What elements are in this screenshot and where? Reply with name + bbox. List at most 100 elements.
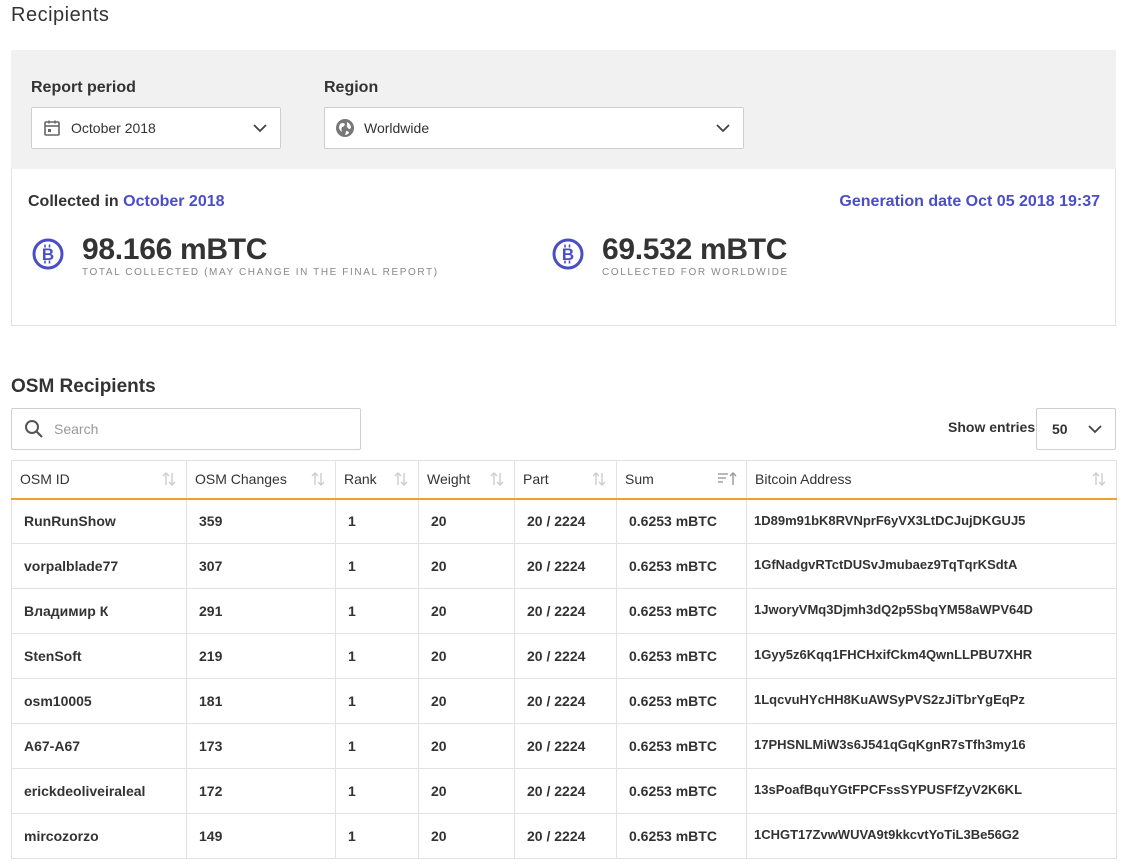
cell-rank: 1 — [335, 498, 419, 544]
column-header-weight[interactable]: Weight — [418, 460, 515, 500]
cell-osm-id: mircozorzo — [11, 813, 187, 859]
report-period-select[interactable]: October 2018 — [31, 107, 281, 149]
generation-date: Generation date Oct 05 2018 19:37 — [839, 193, 1100, 210]
page-title: Recipients — [11, 4, 110, 26]
sort-icon — [591, 472, 607, 489]
region-label: Region — [324, 79, 379, 96]
cell-osm-changes: 307 — [186, 543, 336, 589]
bitcoin-icon: B — [32, 238, 64, 275]
chevron-down-icon — [252, 120, 268, 141]
collected-in-text: Collected in October 2018 — [28, 193, 225, 211]
column-header-part[interactable]: Part — [514, 460, 617, 500]
calendar-icon — [42, 118, 62, 138]
cell-sum: 0.6253 mBTC — [616, 678, 747, 724]
column-header-osm-id[interactable]: OSM ID — [11, 460, 187, 500]
search-input[interactable] — [54, 421, 334, 437]
filter-panel: Report period October 2018 Region Worldw… — [11, 50, 1116, 169]
column-header-rank[interactable]: Rank — [335, 460, 419, 500]
cell-weight: 20 — [418, 633, 515, 679]
cell-osm-changes: 291 — [186, 588, 336, 634]
cell-part: 20 / 2224 — [514, 588, 617, 634]
cell-bitcoin-address: 1JworyVMq3Djmh3dQ2p5SbqYM58aWPV64D — [746, 588, 1117, 634]
cell-bitcoin-address: 13sPoafBquYGtFPCFssSYPUSFfZyV2K6KL — [746, 768, 1117, 814]
cell-rank: 1 — [335, 588, 419, 634]
cell-sum: 0.6253 mBTC — [616, 498, 747, 544]
table-row: osm10005 181 1 20 20 / 2224 0.6253 mBTC … — [11, 678, 1117, 724]
section-title: OSM Recipients — [11, 376, 156, 397]
cell-bitcoin-address: 1Gyy5z6Kqq1FHCHxifCkm4QwnLLPBU7XHR — [746, 633, 1117, 679]
table-row: RunRunShow 359 1 20 20 / 2224 0.6253 mBT… — [11, 498, 1117, 544]
sort-icon — [393, 472, 409, 489]
column-header-sum[interactable]: Sum — [616, 460, 747, 500]
column-header-bitcoin-address[interactable]: Bitcoin Address — [746, 460, 1117, 500]
cell-bitcoin-address: 1D89m91bK8RVNprF6yVX3LtDCJujDKGUJ5 — [746, 498, 1117, 544]
cell-osm-id: erickdeoliveiraleal — [11, 768, 187, 814]
cell-part: 20 / 2224 — [514, 498, 617, 544]
region-value: Worldwide — [364, 120, 430, 136]
cell-bitcoin-address: 1LqcvuHYcHH8KuAWSyPVS2zJiTbrYgEqPz — [746, 678, 1117, 724]
cell-sum: 0.6253 mBTC — [616, 633, 747, 679]
cell-part: 20 / 2224 — [514, 633, 617, 679]
show-entries-select[interactable]: 50 — [1036, 408, 1116, 450]
search-box[interactable] — [11, 408, 361, 450]
sort-icon — [1091, 472, 1107, 489]
table-row: Владимир К 291 1 20 20 / 2224 0.6253 mBT… — [11, 588, 1117, 634]
cell-bitcoin-address: 17PHSNLMiW3s6J541qGqKgnR7sTfh3my16 — [746, 723, 1117, 769]
report-period-value: October 2018 — [71, 120, 156, 136]
cell-rank: 1 — [335, 723, 419, 769]
region-collected-amount: 69.532 mBTC — [602, 233, 788, 266]
cell-sum: 0.6253 mBTC — [616, 588, 747, 634]
table-row: vorpalblade77 307 1 20 20 / 2224 0.6253 … — [11, 543, 1117, 589]
cell-part: 20 / 2224 — [514, 678, 617, 724]
sort-icon — [161, 472, 177, 489]
cell-weight: 20 — [418, 543, 515, 589]
summary-panel: Collected in October 2018 Generation dat… — [11, 169, 1116, 326]
column-header-osm-changes[interactable]: OSM Changes — [186, 460, 336, 500]
bitcoin-icon: B — [552, 238, 584, 275]
total-collected-caption: TOTAL COLLECTED (MAY CHANGE IN THE FINAL… — [82, 267, 439, 278]
cell-sum: 0.6253 mBTC — [616, 543, 747, 589]
cell-bitcoin-address: 1GfNadgvRTctDUSvJmubaez9TqTqrKSdtA — [746, 543, 1117, 589]
globe-icon — [335, 118, 355, 138]
table-row: A67-A67 173 1 20 20 / 2224 0.6253 mBTC 1… — [11, 723, 1117, 769]
recipients-table: OSM ID OSM Changes Rank Weight Part Sum … — [11, 460, 1117, 859]
cell-osm-changes: 173 — [186, 723, 336, 769]
cell-part: 20 / 2224 — [514, 768, 617, 814]
cell-weight: 20 — [418, 678, 515, 724]
cell-rank: 1 — [335, 813, 419, 859]
chevron-down-icon — [1087, 421, 1103, 442]
cell-osm-id: vorpalblade77 — [11, 543, 187, 589]
total-collected-amount: 98.166 mBTC — [82, 233, 268, 266]
table-row: mircozorzo 149 1 20 20 / 2224 0.6253 mBT… — [11, 813, 1117, 859]
cell-osm-changes: 149 — [186, 813, 336, 859]
cell-sum: 0.6253 mBTC — [616, 768, 747, 814]
region-collected-caption: COLLECTED FOR WORLDWIDE — [602, 267, 789, 278]
table-row: StenSoft 219 1 20 20 / 2224 0.6253 mBTC … — [11, 633, 1117, 679]
cell-osm-changes: 359 — [186, 498, 336, 544]
search-icon — [24, 419, 44, 439]
cell-osm-changes: 219 — [186, 633, 336, 679]
show-entries-value: 50 — [1052, 421, 1068, 437]
cell-part: 20 / 2224 — [514, 723, 617, 769]
cell-weight: 20 — [418, 813, 515, 859]
cell-part: 20 / 2224 — [514, 543, 617, 589]
cell-osm-changes: 172 — [186, 768, 336, 814]
cell-sum: 0.6253 mBTC — [616, 723, 747, 769]
cell-osm-id: A67-A67 — [11, 723, 187, 769]
cell-weight: 20 — [418, 768, 515, 814]
cell-sum: 0.6253 mBTC — [616, 813, 747, 859]
cell-weight: 20 — [418, 588, 515, 634]
sort-active-icon — [717, 472, 737, 489]
cell-weight: 20 — [418, 498, 515, 544]
svg-text:B: B — [42, 245, 54, 264]
cell-osm-id: StenSoft — [11, 633, 187, 679]
svg-text:B: B — [562, 245, 574, 264]
region-select[interactable]: Worldwide — [324, 107, 744, 149]
collected-month: October 2018 — [123, 193, 225, 210]
sort-icon — [310, 472, 326, 489]
cell-osm-changes: 181 — [186, 678, 336, 724]
cell-weight: 20 — [418, 723, 515, 769]
cell-bitcoin-address: 1CHGT17ZvwWUVA9t9kkcvtYoTiL3Be56G2 — [746, 813, 1117, 859]
table-header-row: OSM ID OSM Changes Rank Weight Part Sum … — [11, 460, 1117, 500]
cell-osm-id: Владимир К — [11, 588, 187, 634]
